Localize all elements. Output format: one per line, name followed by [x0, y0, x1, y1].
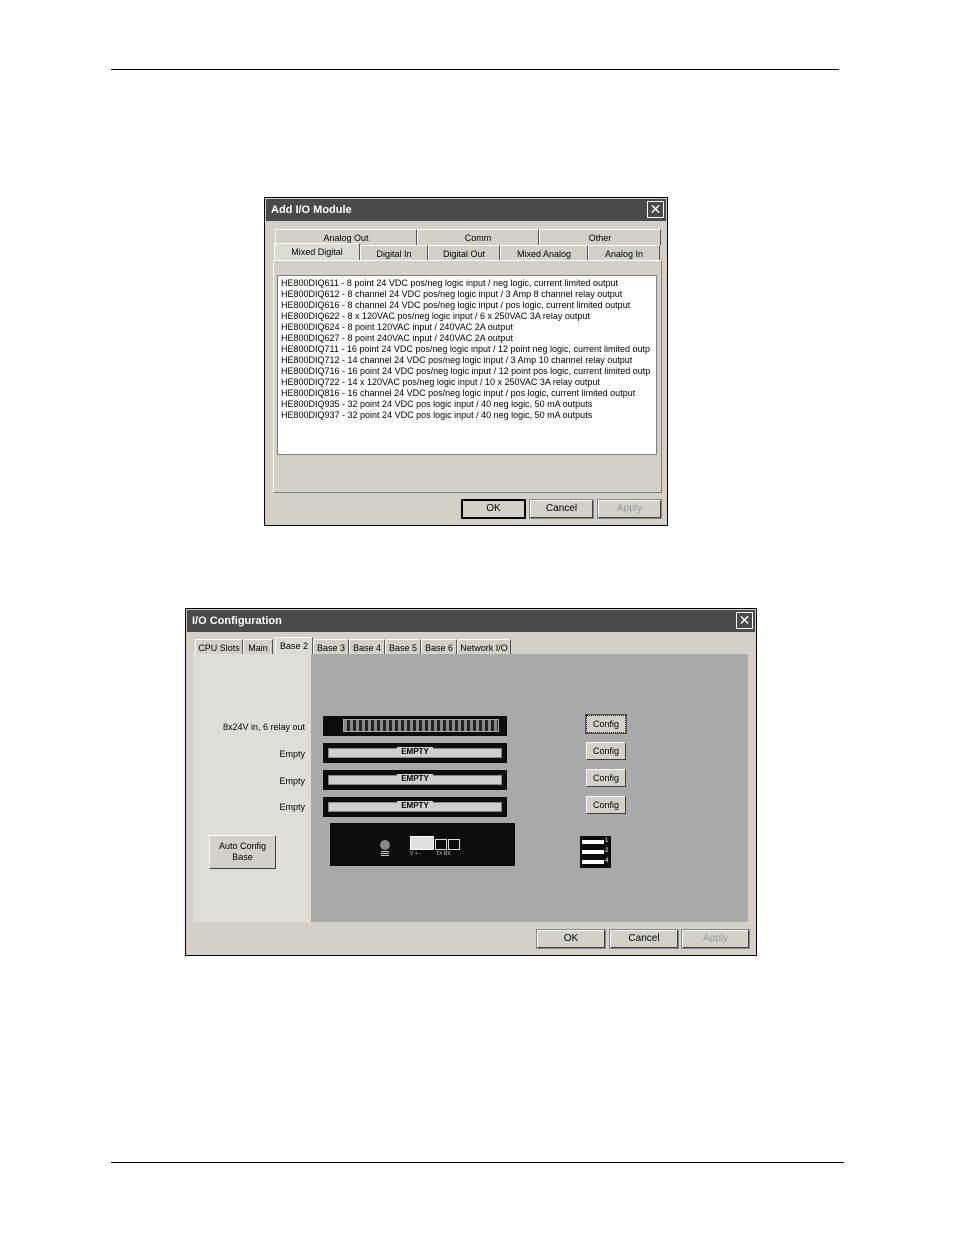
list-item[interactable]: HE800DIQ712 - 14 channel 24 VDC pos/neg … [278, 355, 656, 366]
list-item[interactable]: HE800DIQ711 - 16 point 24 VDC pos/neg lo… [278, 344, 656, 355]
power-supply-module: V + - TX RX [330, 823, 515, 866]
module-list[interactable]: HE800DIQ611 - 8 point 24 VDC pos/neg log… [277, 275, 657, 455]
tab-main[interactable]: Main [243, 639, 273, 655]
list-item[interactable]: HE800DIQ722 - 14 x 120VAC pos/neg logic … [278, 377, 656, 388]
ok-button[interactable]: OK [536, 929, 606, 949]
apply-button[interactable]: Apply [681, 929, 750, 949]
tab-base-2[interactable]: Base 2 [275, 637, 313, 655]
close-icon[interactable]: ✕ [736, 612, 753, 629]
tx-port-icon [435, 839, 447, 850]
terminal-connector-icon [410, 836, 434, 850]
tab-comm[interactable]: Comm [417, 229, 539, 245]
dip-switch-1[interactable] [582, 840, 604, 844]
list-item[interactable]: HE800DIQ937 - 32 point 24 VDC pos logic … [278, 410, 656, 421]
ground-icon [380, 840, 390, 850]
ground-symbol-icon [381, 851, 389, 852]
tab-mixed-digital[interactable]: Mixed Digital [274, 243, 360, 261]
tab-network-io[interactable]: Network I/O [457, 639, 511, 655]
slot-3-label: Empty [279, 776, 305, 786]
tab-base-4[interactable]: Base 4 [349, 639, 385, 655]
dialog-title-bar: I/O Configuration [187, 610, 755, 632]
footer-rule [111, 1162, 844, 1163]
add-io-module-dialog: Add I/O Module ✕ Analog Out Comm Other M… [264, 197, 668, 526]
slot-2-label: Empty [279, 749, 305, 759]
dip-switch-3[interactable] [582, 860, 604, 864]
close-icon[interactable]: ✕ [647, 201, 664, 218]
tab-cpu-slots[interactable]: CPU Slots [195, 639, 243, 655]
list-item[interactable]: HE800DIQ627 - 8 point 240VAC input / 240… [278, 333, 656, 344]
tab-base-3[interactable]: Base 3 [313, 639, 349, 655]
dialog-title-bar: Add I/O Module [266, 199, 666, 221]
slot-4-label: Empty [279, 802, 305, 812]
apply-button[interactable]: Apply [597, 499, 662, 519]
list-item[interactable]: HE800DIQ612 - 8 channel 24 VDC pos/neg l… [278, 289, 656, 300]
tab-analog-in[interactable]: Analog In [588, 245, 660, 261]
terminal-block [343, 719, 499, 732]
list-item[interactable]: HE800DIQ611 - 8 point 24 VDC pos/neg log… [278, 278, 656, 289]
config-button-slot-3[interactable]: Config [586, 769, 626, 787]
list-item[interactable]: HE800DIQ622 - 8 x 120VAC pos/neg logic i… [278, 311, 656, 322]
slot-2-empty-label: EMPTY [397, 747, 433, 756]
tab-base-5[interactable]: Base 5 [385, 639, 421, 655]
list-item[interactable]: HE800DIQ935 - 32 point 24 VDC pos logic … [278, 399, 656, 410]
slot-labels-panel [193, 654, 311, 922]
ok-button[interactable]: OK [461, 499, 526, 519]
slot-3-module[interactable]: EMPTY [323, 770, 507, 790]
pin-labels: V + - [410, 851, 421, 857]
tab-digital-out[interactable]: Digital Out [428, 245, 500, 261]
config-button-slot-2[interactable]: Config [586, 742, 626, 760]
tab-base-6[interactable]: Base 6 [421, 639, 457, 655]
list-item[interactable]: HE800DIQ616 - 8 channel 24 VDC pos/neg l… [278, 300, 656, 311]
header-rule [111, 69, 839, 70]
cancel-button[interactable]: Cancel [609, 929, 679, 949]
slot-4-empty-label: EMPTY [397, 801, 433, 810]
slot-3-empty-label: EMPTY [397, 774, 433, 783]
slot-1-module[interactable] [323, 716, 507, 736]
rx-port-icon [448, 839, 460, 850]
dialog-title: Add I/O Module [271, 204, 352, 216]
tab-digital-in[interactable]: Digital In [360, 245, 428, 261]
cancel-button[interactable]: Cancel [529, 499, 594, 519]
port-labels: TX RX [436, 851, 451, 857]
tab-other[interactable]: Other [539, 229, 661, 245]
dip-label-1: 1 [605, 838, 609, 844]
list-item[interactable]: HE800DIQ716 - 16 point 24 VDC pos/neg lo… [278, 366, 656, 377]
tab-mixed-analog[interactable]: Mixed Analog [500, 245, 588, 261]
slot-4-module[interactable]: EMPTY [323, 797, 507, 817]
slot-1-label: 8x24V in, 6 relay out [222, 722, 305, 732]
slot-2-module[interactable]: EMPTY [323, 743, 507, 763]
dip-switch[interactable]: 1 2 4 [580, 836, 611, 868]
dip-label-4: 4 [605, 858, 609, 864]
list-item[interactable]: HE800DIQ624 - 8 point 120VAC input / 240… [278, 322, 656, 333]
slot-4-empty-text: EMPTY [323, 801, 507, 810]
config-button-slot-4[interactable]: Config [586, 796, 626, 814]
dip-label-2: 2 [605, 848, 609, 854]
slot-2-empty-text: EMPTY [323, 747, 507, 756]
auto-config-base-button[interactable]: Auto Config Base [209, 835, 276, 869]
slot-3-empty-text: EMPTY [323, 774, 507, 783]
io-configuration-dialog: I/O Configuration ✕ CPU Slots Main Base … [185, 608, 757, 956]
dialog-title: I/O Configuration [192, 615, 282, 627]
config-button-slot-1[interactable]: Config [585, 714, 627, 734]
dip-switch-2[interactable] [582, 850, 604, 854]
list-item[interactable]: HE800DIQ816 - 16 channel 24 VDC pos/neg … [278, 388, 656, 399]
